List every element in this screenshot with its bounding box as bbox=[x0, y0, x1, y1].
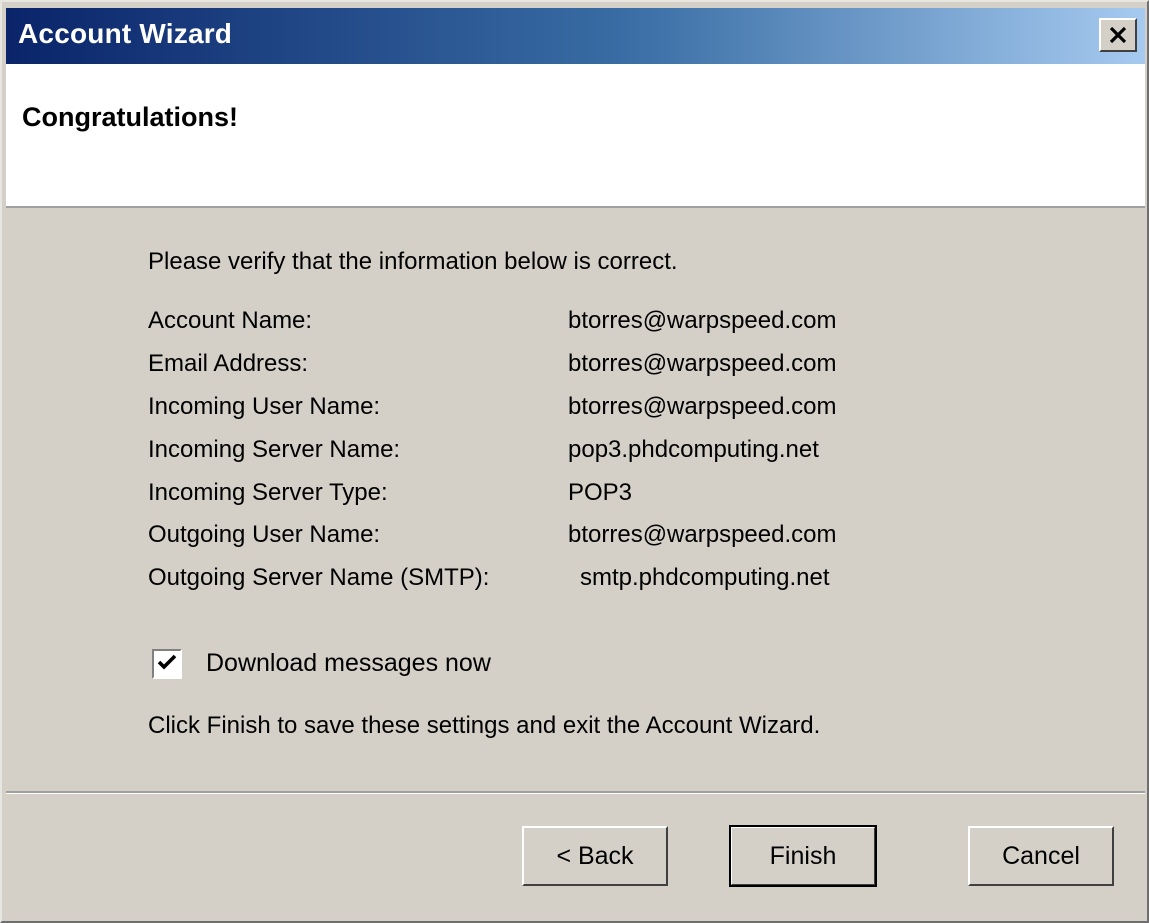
back-button[interactable]: < Back bbox=[522, 826, 668, 886]
field-value: btorres@warpspeed.com bbox=[568, 521, 837, 548]
download-messages-label[interactable]: Download messages now bbox=[206, 649, 491, 678]
field-label: Outgoing User Name: bbox=[148, 521, 381, 548]
button-divider bbox=[6, 791, 1145, 794]
field-label: Outgoing Server Name (SMTP): bbox=[148, 564, 490, 591]
finish-button[interactable]: Finish bbox=[729, 825, 877, 887]
download-messages-checkbox[interactable] bbox=[152, 649, 182, 679]
close-button[interactable] bbox=[1099, 18, 1137, 52]
summary-row-incoming-server-type: Incoming Server Type: POP3 bbox=[148, 479, 1048, 519]
verify-instructions: Please verify that the information below… bbox=[148, 248, 678, 275]
summary-row-account-name: Account Name: btorres@warpspeed.com bbox=[148, 307, 1048, 347]
checkmark-icon bbox=[157, 653, 177, 676]
field-label: Incoming User Name: bbox=[148, 393, 381, 420]
wizard-header: Congratulations! bbox=[6, 64, 1145, 208]
title-bar[interactable]: Account Wizard bbox=[6, 8, 1145, 64]
account-wizard-window: Account Wizard Congratulations! Please v… bbox=[0, 0, 1149, 923]
field-value: btorres@warpspeed.com bbox=[568, 350, 837, 377]
finish-instructions: Click Finish to save these settings and … bbox=[148, 712, 821, 739]
summary-row-incoming-server-name: Incoming Server Name: pop3.phdcomputing.… bbox=[148, 436, 1048, 476]
field-value: btorres@warpspeed.com bbox=[568, 307, 837, 334]
field-label: Account Name: bbox=[148, 307, 313, 334]
wizard-content: Please verify that the information below… bbox=[6, 208, 1145, 788]
close-icon bbox=[1108, 26, 1128, 44]
summary-row-outgoing-server-name: Outgoing Server Name (SMTP): smtp.phdcom… bbox=[148, 564, 1048, 604]
field-value: smtp.phdcomputing.net bbox=[580, 564, 830, 591]
summary-row-outgoing-user-name: Outgoing User Name: btorres@warpspeed.co… bbox=[148, 521, 1048, 561]
summary-row-email-address: Email Address: btorres@warpspeed.com bbox=[148, 350, 1048, 390]
field-label: Incoming Server Name: bbox=[148, 436, 401, 463]
summary-row-incoming-user-name: Incoming User Name: btorres@warpspeed.co… bbox=[148, 393, 1048, 433]
page-title: Congratulations! bbox=[22, 102, 238, 132]
field-value: POP3 bbox=[568, 479, 633, 506]
field-label: Incoming Server Type: bbox=[148, 479, 388, 506]
window-title: Account Wizard bbox=[18, 18, 233, 49]
field-value: btorres@warpspeed.com bbox=[568, 393, 837, 420]
field-value: pop3.phdcomputing.net bbox=[568, 436, 819, 463]
cancel-button[interactable]: Cancel bbox=[968, 826, 1114, 886]
field-label: Email Address: bbox=[148, 350, 309, 377]
